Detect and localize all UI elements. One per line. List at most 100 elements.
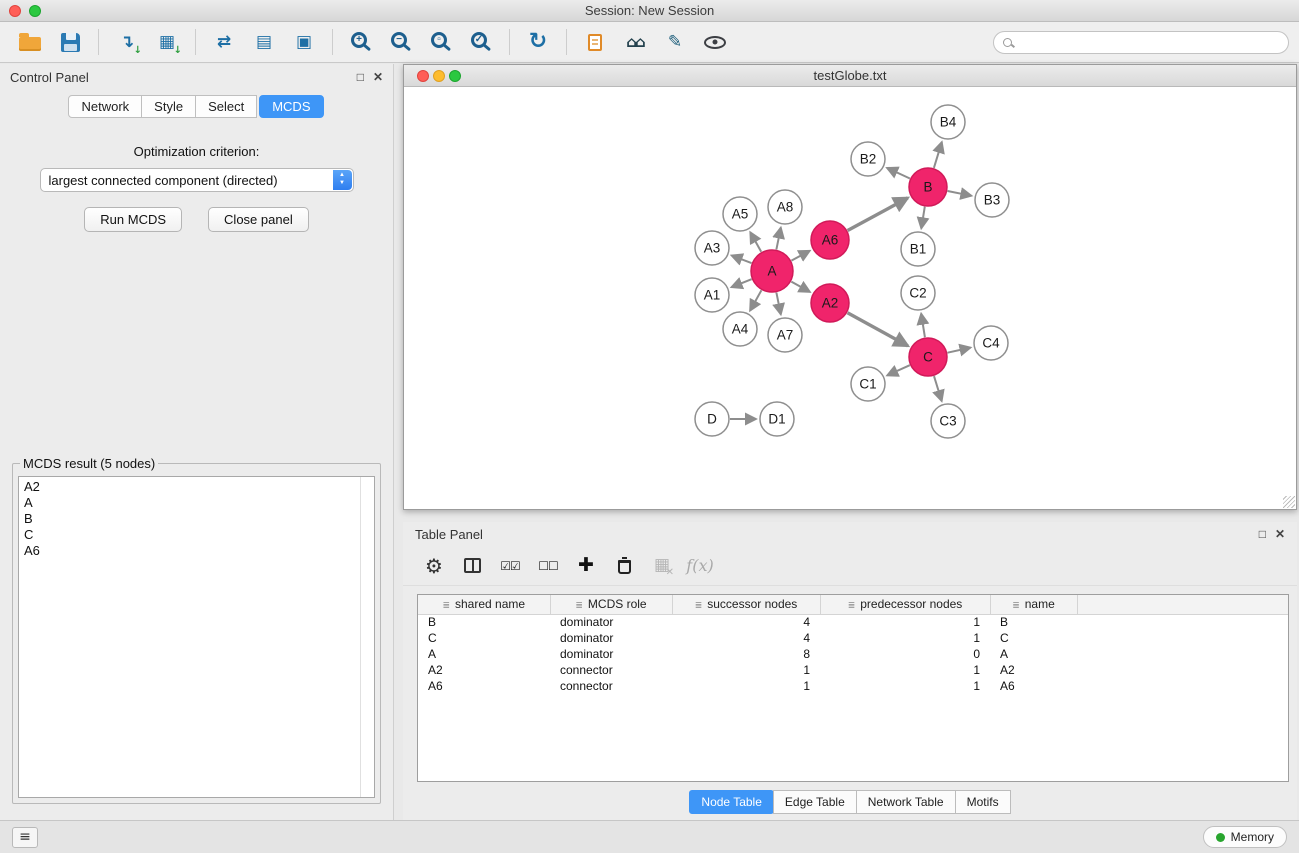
table-row[interactable]: A2connector11A2 bbox=[418, 662, 1288, 678]
zoom-out-icon[interactable]: − bbox=[381, 25, 421, 59]
node-A7[interactable]: A7 bbox=[768, 318, 802, 352]
home-view-icon[interactable]: ⌂⌂ bbox=[615, 25, 655, 59]
column-header-successor-nodes[interactable]: ≣successor nodes bbox=[672, 595, 820, 614]
mcds-result-list[interactable]: A2ABCA6 bbox=[18, 476, 375, 798]
tab-network-table[interactable]: Network Table bbox=[856, 790, 956, 814]
edge-A-A4[interactable] bbox=[750, 290, 761, 310]
node-A4[interactable]: A4 bbox=[723, 312, 757, 346]
close-table-panel-icon[interactable]: ✕ bbox=[1275, 528, 1285, 540]
node-B1[interactable]: B1 bbox=[901, 232, 935, 266]
table-row[interactable]: Adominator80A bbox=[418, 646, 1288, 662]
node-A3[interactable]: A3 bbox=[695, 231, 729, 265]
edge-C-C4[interactable] bbox=[948, 348, 971, 353]
resize-grip[interactable] bbox=[1283, 496, 1295, 508]
column-header-predecessor-nodes[interactable]: ≣predecessor nodes bbox=[820, 595, 990, 614]
run-mcds-button[interactable]: Run MCDS bbox=[84, 207, 182, 232]
table-row[interactable]: Bdominator41B bbox=[418, 614, 1288, 630]
mcds-result-item[interactable]: C bbox=[24, 527, 374, 543]
close-panel-icon[interactable]: ✕ bbox=[373, 71, 383, 83]
node-C2[interactable]: C2 bbox=[901, 276, 935, 310]
mcds-result-item[interactable]: B bbox=[24, 511, 374, 527]
column-header-MCDS-role[interactable]: ≣MCDS role bbox=[550, 595, 672, 614]
node-C4[interactable]: C4 bbox=[974, 326, 1008, 360]
node-A6[interactable]: A6 bbox=[811, 221, 849, 259]
network-canvas[interactable]: B4 B2 B B3 A8 A5 A6 B1 A3 A C2 A1 A2 A4 A7 C4 C C1 C3 D D1 bbox=[404, 87, 1296, 509]
mcds-result-item[interactable]: A bbox=[24, 495, 374, 511]
search-input[interactable] bbox=[1018, 35, 1279, 49]
node-A2[interactable]: A2 bbox=[811, 284, 849, 322]
table-settings-icon[interactable]: ⚙ bbox=[417, 551, 451, 581]
node-D[interactable]: D bbox=[695, 402, 729, 436]
column-header-name[interactable]: ≣name bbox=[990, 595, 1077, 614]
edge-C-C2[interactable] bbox=[921, 314, 925, 338]
node-A5[interactable]: A5 bbox=[723, 197, 757, 231]
node-A1[interactable]: A1 bbox=[695, 278, 729, 312]
edge-C-C3[interactable] bbox=[934, 376, 942, 401]
network-close-button[interactable] bbox=[417, 70, 429, 82]
first-neighbors-icon[interactable] bbox=[575, 25, 615, 59]
delete-table-icon[interactable]: ▦✕ bbox=[645, 551, 679, 581]
column-header-shared-name[interactable]: ≣shared name bbox=[418, 595, 550, 614]
zoom-selected-icon[interactable]: ✓ bbox=[461, 25, 501, 59]
edge-A-A3[interactable] bbox=[732, 256, 752, 264]
node-B[interactable]: B bbox=[909, 168, 947, 206]
zoom-fit-icon[interactable]: ▫ bbox=[421, 25, 461, 59]
new-network-icon[interactable]: ⇄ bbox=[204, 25, 244, 59]
edge-B-B4[interactable] bbox=[934, 142, 942, 168]
node-B4[interactable]: B4 bbox=[931, 105, 965, 139]
network-minimize-button[interactable] bbox=[433, 70, 445, 82]
float-table-panel-icon[interactable]: □ bbox=[1259, 528, 1266, 540]
float-panel-icon[interactable]: □ bbox=[357, 71, 364, 83]
new-table-icon[interactable]: ▤ bbox=[244, 25, 284, 59]
add-row-icon[interactable]: ✚ bbox=[569, 551, 603, 581]
export-image-icon[interactable]: ▣ bbox=[284, 25, 324, 59]
refresh-layout-icon[interactable]: ↻ bbox=[518, 25, 558, 59]
memory-button[interactable]: Memory bbox=[1203, 826, 1287, 848]
deselect-all-rows-icon[interactable]: ☐☐ bbox=[531, 551, 565, 581]
close-panel-button[interactable]: Close panel bbox=[208, 207, 309, 232]
tab-mcds[interactable]: MCDS bbox=[259, 95, 323, 118]
zoom-window-button[interactable] bbox=[29, 5, 41, 17]
edge-A-A5[interactable] bbox=[750, 232, 761, 252]
search-box[interactable] bbox=[993, 31, 1289, 54]
edge-A-A6[interactable] bbox=[791, 251, 809, 261]
status-menu-button[interactable]: ≡ bbox=[12, 827, 38, 848]
edge-A-A8[interactable] bbox=[776, 228, 780, 250]
zoom-in-icon[interactable]: + bbox=[341, 25, 381, 59]
criterion-select[interactable]: largest connected component (directed) ▲… bbox=[40, 168, 354, 192]
node-C[interactable]: C bbox=[909, 338, 947, 376]
table-row[interactable]: A6connector11A6 bbox=[418, 678, 1288, 694]
select-all-rows-icon[interactable]: ☑☑ bbox=[493, 551, 527, 581]
node-A[interactable]: A bbox=[751, 250, 793, 292]
show-columns-icon[interactable] bbox=[455, 551, 489, 581]
node-B2[interactable]: B2 bbox=[851, 142, 885, 176]
mcds-result-item[interactable]: A6 bbox=[24, 543, 374, 559]
tab-edge-table[interactable]: Edge Table bbox=[773, 790, 857, 814]
edge-A-A1[interactable] bbox=[732, 279, 752, 287]
edge-A6-B[interactable] bbox=[848, 198, 908, 231]
fx-icon[interactable]: f(x) bbox=[683, 551, 717, 581]
mcds-result-item[interactable]: A2 bbox=[24, 479, 374, 495]
style-brush-icon[interactable]: ✎ bbox=[655, 25, 695, 59]
edge-B-B3[interactable] bbox=[948, 191, 972, 196]
node-C1[interactable]: C1 bbox=[851, 367, 885, 401]
delete-rows-icon[interactable] bbox=[607, 551, 641, 581]
node-B3[interactable]: B3 bbox=[975, 183, 1009, 217]
network-zoom-button[interactable] bbox=[449, 70, 461, 82]
edge-B-B2[interactable] bbox=[887, 168, 910, 179]
tab-select[interactable]: Select bbox=[195, 95, 257, 118]
tab-network[interactable]: Network bbox=[68, 95, 142, 118]
node-D1[interactable]: D1 bbox=[760, 402, 794, 436]
node-A8[interactable]: A8 bbox=[768, 190, 802, 224]
tab-motifs[interactable]: Motifs bbox=[955, 790, 1011, 814]
edge-C-C1[interactable] bbox=[887, 365, 910, 375]
edge-B-B1[interactable] bbox=[921, 207, 925, 229]
tab-node-table[interactable]: Node Table bbox=[689, 790, 774, 814]
import-network-icon[interactable]: ↴↓ bbox=[107, 25, 147, 59]
edge-A2-C[interactable] bbox=[848, 313, 908, 346]
edge-A-A2[interactable] bbox=[791, 282, 810, 292]
node-C3[interactable]: C3 bbox=[931, 404, 965, 438]
save-session-icon[interactable] bbox=[50, 25, 90, 59]
import-table-icon[interactable]: ▦↓ bbox=[147, 25, 187, 59]
close-window-button[interactable] bbox=[9, 5, 21, 17]
